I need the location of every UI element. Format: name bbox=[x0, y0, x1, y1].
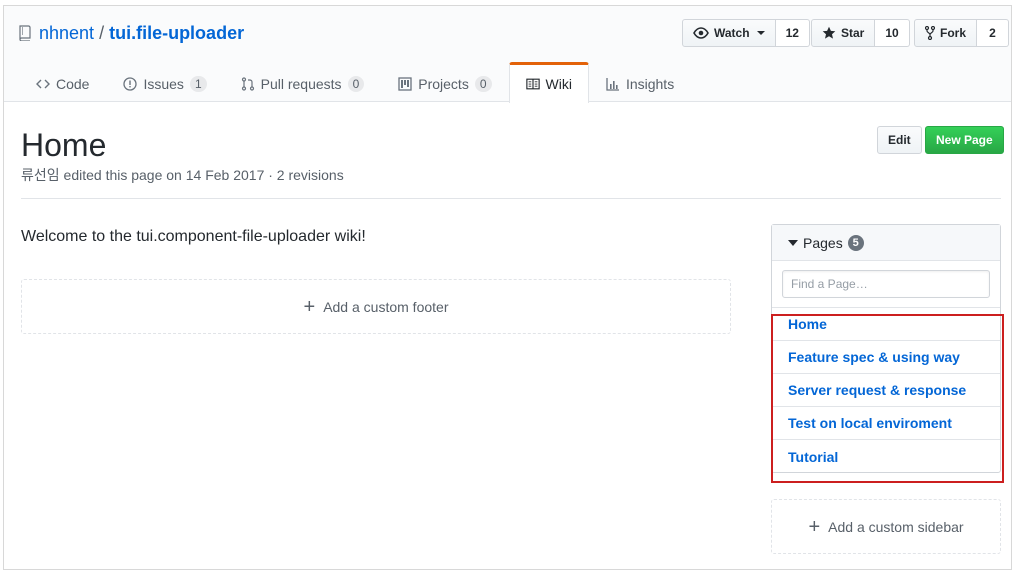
tab-issues-label: Issues bbox=[143, 75, 184, 92]
code-icon bbox=[36, 79, 50, 88]
repo-owner-link[interactable]: nhnent bbox=[39, 22, 94, 44]
caret-down-icon bbox=[788, 239, 798, 246]
tab-pull-requests-label: Pull requests bbox=[260, 75, 342, 92]
graph-icon bbox=[606, 77, 619, 91]
page-link-test-local[interactable]: Test on local enviroment bbox=[772, 407, 1000, 440]
tab-insights[interactable]: Insights bbox=[589, 62, 691, 102]
fork-button-group: Fork 2 bbox=[914, 19, 1010, 47]
eye-icon bbox=[693, 27, 709, 39]
page-link-server-request[interactable]: Server request & response bbox=[772, 374, 1000, 407]
repo-nav-tabs: Code Issues 1 Pull requests 0 Projects 0… bbox=[19, 62, 691, 103]
book-icon bbox=[525, 78, 540, 90]
star-label: Star bbox=[841, 26, 865, 40]
page-title: Home bbox=[21, 127, 107, 163]
project-icon bbox=[398, 76, 412, 91]
page-link-feature-spec[interactable]: Feature spec & using way bbox=[772, 341, 1000, 374]
repo-name-link[interactable]: tui.file-uploader bbox=[109, 22, 244, 44]
page-link-home[interactable]: Home bbox=[772, 308, 1000, 341]
repo-path-separator: / bbox=[99, 23, 105, 43]
tab-projects-label: Projects bbox=[418, 75, 469, 92]
page-edit-meta: 류선임 edited this page on 14 Feb 2017 · 2 … bbox=[21, 167, 344, 183]
page-filter-wrapper bbox=[772, 261, 1000, 308]
add-footer-label: Add a custom footer bbox=[323, 298, 449, 315]
watch-count[interactable]: 12 bbox=[775, 19, 810, 47]
pull-request-icon bbox=[241, 76, 254, 91]
watch-button-group: Watch 12 bbox=[682, 19, 810, 47]
edit-button[interactable]: Edit bbox=[877, 126, 922, 154]
fork-button[interactable]: Fork bbox=[914, 19, 978, 47]
tab-projects[interactable]: Projects 0 bbox=[381, 62, 508, 102]
tab-code-label: Code bbox=[56, 75, 90, 92]
issue-icon bbox=[123, 76, 138, 91]
add-custom-footer-button[interactable]: + Add a custom footer bbox=[21, 279, 731, 334]
star-button[interactable]: Star bbox=[811, 19, 876, 47]
add-custom-sidebar-button[interactable]: + Add a custom sidebar bbox=[771, 499, 1001, 554]
star-icon bbox=[822, 26, 836, 39]
plus-icon: + bbox=[808, 515, 821, 538]
star-button-group: Star 10 bbox=[811, 19, 910, 47]
watch-button[interactable]: Watch bbox=[682, 19, 776, 47]
projects-count: 0 bbox=[474, 75, 492, 92]
tab-issues[interactable]: Issues 1 bbox=[106, 62, 223, 102]
pages-header-toggle[interactable]: Pages 5 bbox=[772, 225, 1000, 261]
wiki-page-frame: nhnent / tui.file-uploader Watch 12 Star… bbox=[3, 5, 1012, 570]
tab-code[interactable]: Code bbox=[19, 62, 106, 102]
find-page-input[interactable] bbox=[782, 270, 990, 298]
star-count[interactable]: 10 bbox=[875, 19, 910, 47]
issues-count: 1 bbox=[189, 75, 207, 92]
watch-label: Watch bbox=[714, 26, 750, 40]
repo-header: nhnent / tui.file-uploader Watch 12 Star… bbox=[4, 6, 1011, 103]
page-link-tutorial[interactable]: Tutorial bbox=[772, 440, 1000, 473]
tab-insights-label: Insights bbox=[625, 75, 675, 92]
add-sidebar-label: Add a custom sidebar bbox=[828, 518, 964, 535]
new-page-button[interactable]: New Page bbox=[925, 126, 1004, 154]
tab-wiki-label: Wiki bbox=[545, 76, 572, 92]
repo-icon bbox=[19, 25, 31, 41]
pull-requests-count: 0 bbox=[347, 75, 365, 92]
repo-title: nhnent / tui.file-uploader bbox=[19, 22, 244, 44]
header-divider bbox=[21, 198, 1001, 199]
fork-count[interactable]: 2 bbox=[977, 19, 1010, 47]
caret-down-icon bbox=[756, 31, 765, 35]
pages-count-badge: 5 bbox=[847, 234, 864, 251]
plus-icon: + bbox=[303, 295, 316, 318]
fork-icon bbox=[925, 26, 935, 40]
tab-pull-requests[interactable]: Pull requests 0 bbox=[224, 62, 382, 102]
wiki-body-text: Welcome to the tui.component-file-upload… bbox=[21, 228, 366, 245]
tab-wiki[interactable]: Wiki bbox=[508, 62, 589, 103]
pages-sidebar: Pages 5 Home Feature spec & using way Se… bbox=[771, 224, 1001, 473]
page-list: Home Feature spec & using way Server req… bbox=[772, 308, 1000, 473]
pages-header-label: Pages bbox=[803, 234, 843, 251]
fork-label: Fork bbox=[940, 26, 967, 40]
